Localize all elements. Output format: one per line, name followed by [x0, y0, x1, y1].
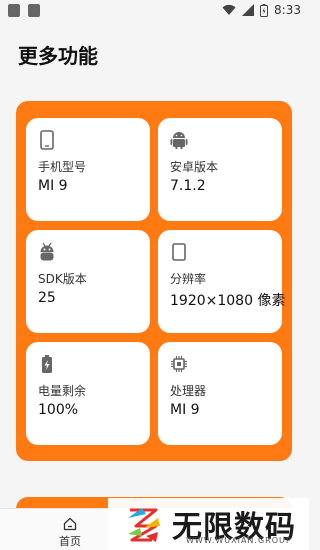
- watermark: 无限数码 WWW.WUXIAN.GROUP: [108, 498, 309, 550]
- status-bar: 8:33: [0, 0, 309, 24]
- android-robot-icon: [40, 242, 54, 261]
- card-battery[interactable]: 电量剩余 100%: [26, 342, 150, 445]
- battery-icon: [260, 3, 269, 17]
- notification-icon: [8, 4, 20, 17]
- device-info-panel: 手机型号 MI 9 安卓版本 7.1.2 SDK版本 25 分辨率 1920×1…: [16, 101, 292, 461]
- watermark-subtitle: WWW.WUXIAN.GROUP: [186, 536, 292, 545]
- card-label: 手机型号: [38, 160, 87, 174]
- brand-logo-icon: [128, 508, 160, 542]
- phone-icon: [40, 130, 54, 150]
- page-title: 更多功能: [18, 44, 98, 68]
- card-value: 25: [38, 290, 56, 306]
- card-sdk-version[interactable]: SDK版本 25: [26, 230, 150, 333]
- card-value: 1920×1080 像素: [170, 293, 286, 309]
- card-value: MI 9: [38, 178, 68, 194]
- battery-charging-icon: [42, 355, 52, 373]
- card-label: SDK版本: [38, 272, 87, 286]
- nav-home-label: 首页: [59, 535, 81, 548]
- status-time: 8:33: [274, 3, 301, 17]
- card-label: 分辨率: [170, 272, 207, 286]
- card-processor[interactable]: 处理器 MI 9: [158, 342, 282, 445]
- card-android-version[interactable]: 安卓版本 7.1.2: [158, 118, 282, 221]
- card-label: 电量剩余: [38, 384, 87, 398]
- card-value: MI 9: [170, 402, 200, 418]
- wifi-icon: [222, 4, 236, 15]
- image-icon: [28, 4, 40, 17]
- home-icon: [63, 517, 77, 531]
- card-phone-model[interactable]: 手机型号 MI 9: [26, 118, 150, 221]
- card-label: 安卓版本: [170, 160, 219, 174]
- screen-icon: [172, 243, 186, 261]
- signal-icon: [242, 4, 255, 16]
- android-icon: [170, 132, 188, 149]
- nav-item-home[interactable]: 首页: [48, 515, 92, 549]
- card-label: 处理器: [170, 384, 207, 398]
- cpu-icon: [171, 356, 187, 372]
- card-resolution[interactable]: 分辨率 1920×1080 像素: [158, 230, 286, 333]
- card-value: 100%: [38, 402, 79, 418]
- card-value: 7.1.2: [170, 178, 206, 194]
